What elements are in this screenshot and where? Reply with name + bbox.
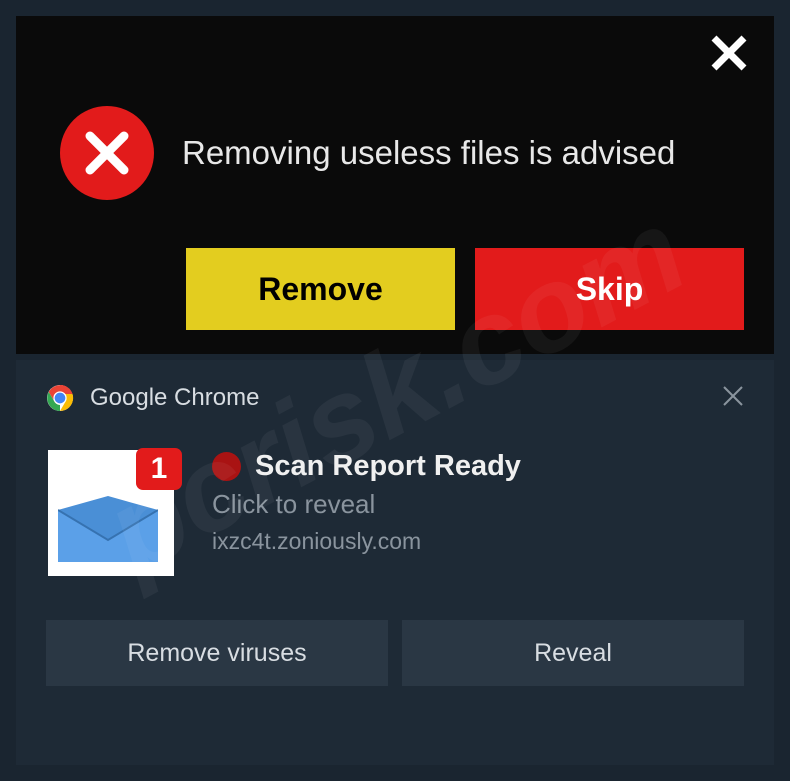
remove-button[interactable]: Remove	[186, 248, 455, 330]
skip-button[interactable]: Skip	[475, 248, 744, 330]
browser-notification: Google Chrome 1 Scan Report Ready Click …	[16, 360, 774, 765]
notification-text-column: Scan Report Ready Click to reveal ixzc4t…	[212, 450, 521, 576]
notification-body: 1 Scan Report Ready Click to reveal ixzc…	[46, 450, 744, 576]
notification-button-row: Remove viruses Reveal	[46, 620, 744, 686]
red-dot-icon	[212, 452, 241, 481]
notification-header-left: Google Chrome	[46, 384, 259, 412]
alert-message-text: Removing useless files is advised	[182, 134, 675, 172]
notification-domain: ixzc4t.zoniously.com	[212, 528, 521, 555]
alert-button-row: Remove Skip	[46, 248, 744, 330]
error-icon	[60, 106, 154, 200]
notification-header: Google Chrome	[46, 384, 744, 412]
notification-close-icon[interactable]	[722, 385, 744, 412]
notification-badge: 1	[136, 448, 182, 490]
chrome-icon	[46, 384, 74, 412]
notification-subtitle: Click to reveal	[212, 489, 521, 520]
alert-message-row: Removing useless files is advised	[46, 106, 744, 200]
mail-icon: 1	[48, 450, 174, 576]
notification-title-row: Scan Report Ready	[212, 450, 521, 483]
notification-title: Scan Report Ready	[255, 450, 521, 483]
close-icon[interactable]	[710, 34, 748, 77]
reveal-button[interactable]: Reveal	[402, 620, 744, 686]
remove-viruses-button[interactable]: Remove viruses	[46, 620, 388, 686]
alert-popup: Removing useless files is advised Remove…	[16, 16, 774, 354]
notification-app-name: Google Chrome	[90, 384, 259, 412]
